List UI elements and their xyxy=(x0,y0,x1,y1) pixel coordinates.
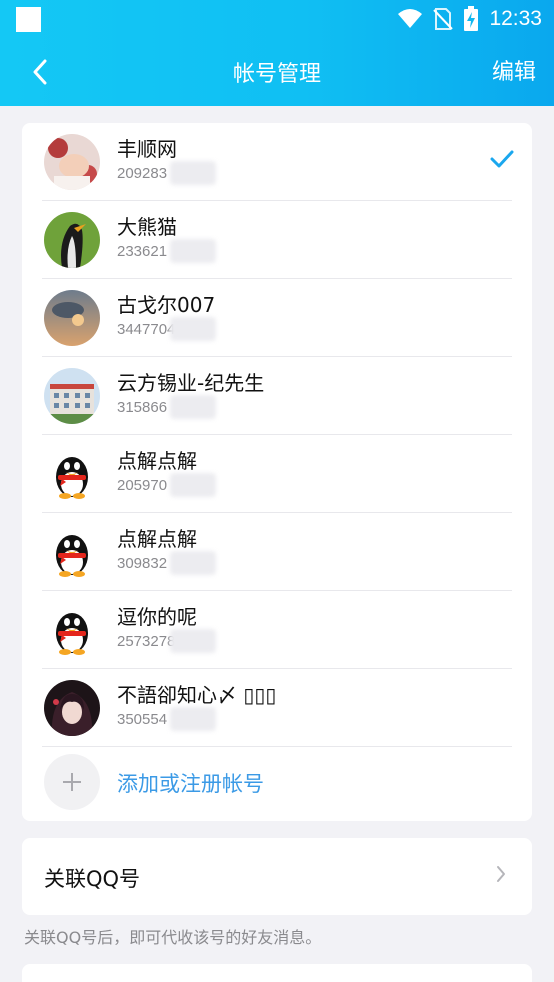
status-time: 12:33 xyxy=(489,7,542,30)
account-name: 点解点解 xyxy=(117,527,197,551)
qq-penguin-avatar xyxy=(44,446,100,502)
status-bar: 12:33 xyxy=(0,0,554,38)
page-title: 帐号管理 xyxy=(232,62,321,87)
penguin-photo-avatar xyxy=(44,212,100,268)
settings-card-partial xyxy=(22,964,532,982)
redaction-blur xyxy=(170,473,216,497)
redaction-blur xyxy=(170,239,216,263)
no-sim-icon xyxy=(433,8,454,30)
account-row[interactable]: 大熊猫 233621 xyxy=(22,201,532,279)
status-indicators: 12:33 xyxy=(397,6,542,32)
account-row[interactable]: 点解点解 309832 xyxy=(22,513,532,591)
account-number: 2573278 xyxy=(117,633,176,650)
anime-girl-avatar xyxy=(44,680,100,736)
link-qq-hint: 关联QQ号后，即可代收该号的好友消息。 xyxy=(24,928,322,947)
account-name: 云方锡业-纪先生 xyxy=(117,371,265,395)
account-name: 点解点解 xyxy=(117,449,197,473)
redaction-blur xyxy=(170,629,216,653)
redaction-blur xyxy=(170,707,216,731)
account-row[interactable]: 古戈尔007 3447704 xyxy=(22,279,532,357)
account-name: 大熊猫 xyxy=(117,215,177,239)
chevron-right-icon xyxy=(497,866,505,882)
plus-icon xyxy=(44,754,100,810)
account-number: 209283 xyxy=(117,165,168,182)
link-qq-label: 关联QQ号 xyxy=(44,867,141,891)
sunset-sky-avatar xyxy=(44,290,100,346)
account-row[interactable]: 逗你的呢 2573278 xyxy=(22,591,532,669)
account-row[interactable]: 云方锡业-纪先生 315866 xyxy=(22,357,532,435)
link-qq-row[interactable]: 关联QQ号 xyxy=(22,838,532,915)
account-number: 350554 xyxy=(117,711,168,728)
add-account-button[interactable]: 添加或注册帐号 xyxy=(22,747,532,821)
account-row[interactable]: 不語卻知心〆 ▯▯▯ 350554 xyxy=(22,669,532,747)
baby-photo-avatar xyxy=(44,134,100,190)
account-row[interactable]: 点解点解 205970 xyxy=(22,435,532,513)
checkmark-icon xyxy=(490,150,514,168)
navigation-bar: 帐号管理 编辑 xyxy=(0,40,554,106)
redaction-blur xyxy=(170,395,216,419)
account-number: 309832 xyxy=(117,555,168,572)
redaction-blur xyxy=(170,317,216,341)
account-name: 古戈尔007 xyxy=(117,293,216,317)
qq-penguin-avatar xyxy=(44,524,100,580)
building-photo-avatar xyxy=(44,368,100,424)
notification-icon xyxy=(16,7,41,32)
account-row[interactable]: 丰顺网 209283 xyxy=(22,123,532,201)
edit-button[interactable]: 编辑 xyxy=(492,54,536,86)
redaction-blur xyxy=(170,161,216,185)
account-number: 205970 xyxy=(117,477,168,494)
wifi-icon xyxy=(398,9,423,28)
account-name: 不語卻知心〆 ▯▯▯ xyxy=(117,683,277,707)
account-name: 丰顺网 xyxy=(117,137,177,161)
add-account-label: 添加或注册帐号 xyxy=(117,772,264,796)
redaction-blur xyxy=(170,551,216,575)
header-bar: 12:33 帐号管理 编辑 xyxy=(0,0,554,106)
account-name: 逗你的呢 xyxy=(117,605,197,629)
account-number: 233621 xyxy=(117,243,168,260)
account-number: 3447704 xyxy=(117,321,176,338)
account-list: 丰顺网 209283 大熊猫 233621 古戈尔007 3447704 云方锡… xyxy=(22,123,532,821)
account-number: 315866 xyxy=(117,399,168,416)
qq-penguin-avatar xyxy=(44,602,100,658)
battery-charging-icon xyxy=(464,6,479,31)
